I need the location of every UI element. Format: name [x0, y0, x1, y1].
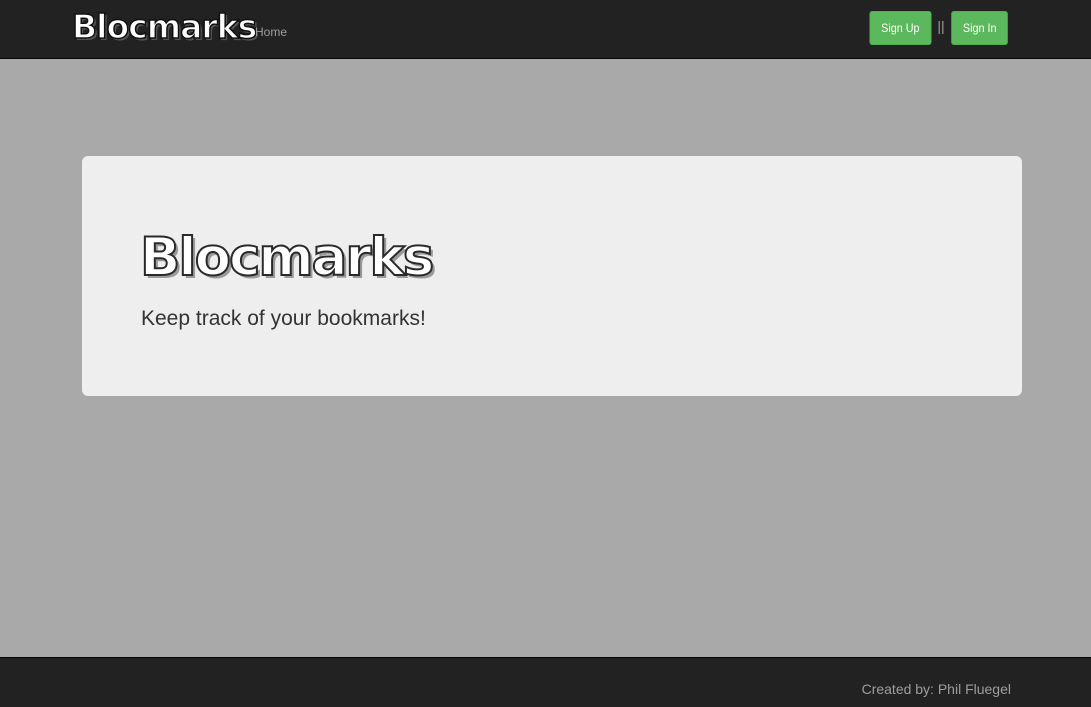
page-footer: Created by: Phil Fluegel: [0, 657, 1091, 707]
top-navbar: Blocmarks Home Sign Up || Sign In: [0, 0, 1091, 59]
sign-up-button[interactable]: Sign Up: [869, 11, 931, 45]
footer-credit: Created by: Phil Fluegel: [861, 681, 1011, 697]
hero-jumbotron: Blocmarks Keep track of your bookmarks!: [82, 156, 1022, 396]
hero-title: Blocmarks: [139, 226, 435, 289]
nav-link-home[interactable]: Home: [255, 25, 287, 39]
brand-logo[interactable]: Blocmarks: [71, 6, 258, 47]
sign-in-button[interactable]: Sign In: [950, 11, 1008, 45]
auth-separator: ||: [937, 18, 945, 34]
auth-links: Sign Up || Sign In: [866, 11, 1011, 45]
hero-tagline: Keep track of your bookmarks!: [141, 307, 426, 330]
